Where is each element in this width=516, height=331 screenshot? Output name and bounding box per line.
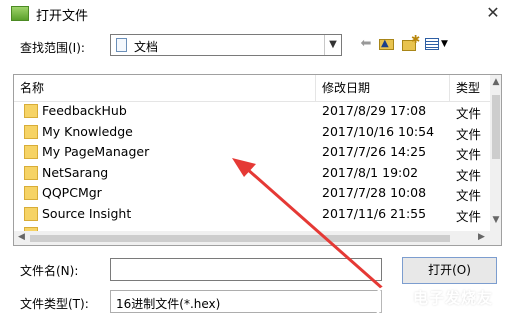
annotation-arrow-shaft [245,166,383,290]
watermark-logo-icon [373,285,407,319]
watermark-text: 电子发烧友 [413,289,494,307]
watermark-url: www.elecfans.com [421,309,505,319]
watermark: 电子发烧友 www.elecfans.com [373,283,513,328]
annotation-arrow-icon [232,158,383,290]
